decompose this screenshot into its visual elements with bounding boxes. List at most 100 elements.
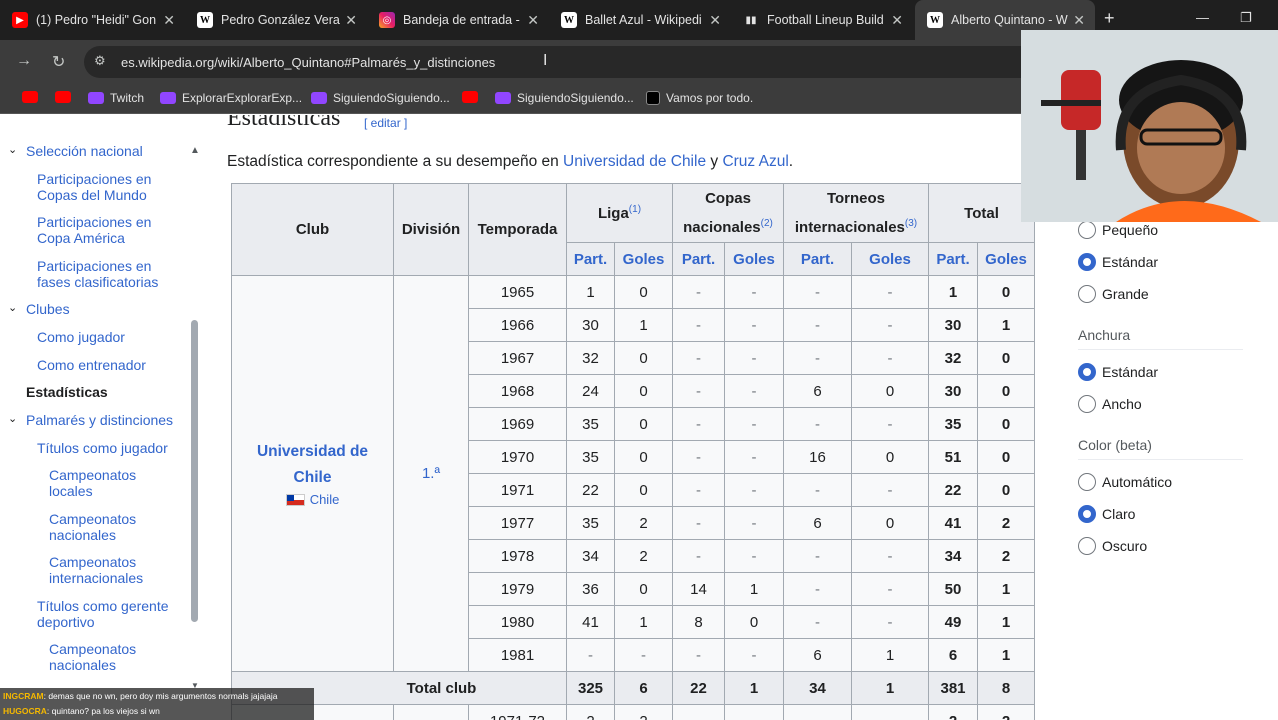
toc-item[interactable]: Como entrenador bbox=[37, 357, 146, 373]
close-icon[interactable]: ✕ bbox=[891, 12, 903, 29]
bookmark-item[interactable] bbox=[462, 91, 484, 103]
toc-item[interactable]: Títulos como jugador bbox=[37, 440, 168, 456]
tab-2[interactable]: W Pedro González Vera ✕ bbox=[185, 0, 367, 40]
restore-icon[interactable]: ❐ bbox=[1240, 10, 1252, 26]
radio-color-dark[interactable]: Oscuro bbox=[1078, 537, 1147, 555]
cell-total-part: 30 bbox=[928, 308, 978, 342]
close-icon[interactable]: ✕ bbox=[527, 12, 539, 29]
address-bar[interactable]: ⚙ es.wikipedia.org/wiki/Alberto_Quintano… bbox=[84, 46, 1044, 78]
bookmark-item[interactable] bbox=[22, 91, 44, 103]
cruz-azul-link[interactable]: Cruz Azul bbox=[722, 153, 788, 170]
new-tab-icon[interactable]: + bbox=[1104, 8, 1115, 29]
chevron-down-icon[interactable]: ⌄ bbox=[8, 412, 17, 425]
toc-item[interactable]: Clubes bbox=[26, 301, 70, 317]
tab-5[interactable]: ▮▮ Football Lineup Build ✕ bbox=[731, 0, 913, 40]
forward-icon[interactable]: → bbox=[16, 52, 32, 70]
bookmark-item[interactable]: Vamos por todo. bbox=[646, 91, 753, 105]
toc-item[interactable]: Participaciones en Copas del Mundo bbox=[37, 171, 187, 203]
toc-item[interactable]: Campeonatos locales bbox=[49, 467, 179, 499]
radio-icon[interactable] bbox=[1078, 395, 1096, 413]
universidad-de-chile-link[interactable]: Universidad de Chile bbox=[563, 153, 706, 170]
radio-width-wide[interactable]: Ancho bbox=[1078, 395, 1142, 413]
edit-label[interactable]: editar bbox=[371, 116, 401, 130]
col-header-season: Temporada bbox=[468, 183, 567, 276]
close-icon[interactable]: ✕ bbox=[163, 12, 175, 29]
radio-selected-icon[interactable] bbox=[1078, 363, 1096, 381]
toc-item[interactable]: Títulos como gerente deportivo bbox=[37, 598, 187, 630]
radio-icon[interactable] bbox=[1078, 285, 1096, 303]
toc-item[interactable]: Participaciones en Copa América bbox=[37, 214, 187, 246]
cell-torneos-goles: 0 bbox=[851, 374, 929, 408]
radio-text-standard[interactable]: Estándar bbox=[1078, 253, 1158, 271]
color-label: Color (beta) bbox=[1078, 437, 1152, 453]
toc-item[interactable]: Campeonatos nacionales bbox=[49, 641, 179, 673]
total-liga-part: 325 bbox=[566, 671, 615, 705]
reference-link[interactable]: (3) bbox=[905, 218, 917, 229]
tab-3[interactable]: ◎ Bandeja de entrada - ✕ bbox=[367, 0, 549, 40]
radio-text-large[interactable]: Grande bbox=[1078, 285, 1149, 303]
reference-link[interactable]: (1) bbox=[629, 204, 641, 215]
cell-copas-goles: - bbox=[724, 407, 784, 441]
radio-color-light[interactable]: Claro bbox=[1078, 505, 1135, 523]
radio-icon[interactable] bbox=[1078, 537, 1096, 555]
total-copas-goles: 1 bbox=[724, 671, 784, 705]
toc-item[interactable]: Selección nacional bbox=[26, 143, 143, 159]
radio-color-auto[interactable]: Automático bbox=[1078, 473, 1172, 491]
table-row: 1971-722222 bbox=[231, 704, 1035, 720]
close-icon[interactable]: ✕ bbox=[345, 12, 357, 29]
streamer-webcam-image bbox=[1021, 30, 1278, 222]
collapse-toc-icon[interactable]: ▲ bbox=[190, 145, 200, 156]
col-header-liga: Liga(1) bbox=[566, 183, 673, 243]
club-cell: Universidad de Chile Chile bbox=[231, 275, 394, 672]
toc-item[interactable]: Campeonatos nacionales bbox=[49, 511, 179, 543]
total-torneos-goles: 1 bbox=[851, 671, 929, 705]
cell-copas-goles: - bbox=[724, 275, 784, 309]
toc-item-current[interactable]: Estadísticas bbox=[26, 384, 108, 400]
cell-torneos-goles: - bbox=[851, 407, 929, 441]
toc-item[interactable]: Campeonatos internacionales bbox=[49, 554, 179, 586]
cell-torneos-part: - bbox=[783, 275, 852, 309]
radio-icon[interactable] bbox=[1078, 473, 1096, 491]
site-info-icon[interactable]: ⚙ bbox=[94, 53, 106, 69]
cell-total-goles: 0 bbox=[977, 374, 1035, 408]
tab-1[interactable]: ▶ (1) Pedro "Heidi" Gon ✕ bbox=[0, 0, 185, 40]
radio-icon[interactable] bbox=[1078, 221, 1096, 239]
bookmark-item[interactable]: Twitch bbox=[88, 91, 144, 105]
chevron-down-icon[interactable]: ⌄ bbox=[8, 143, 17, 156]
header-label: Copas nacionales bbox=[683, 190, 761, 236]
toc-item[interactable]: Participaciones en fases clasificatorias bbox=[37, 258, 187, 290]
radio-width-standard[interactable]: Estándar bbox=[1078, 363, 1158, 381]
minimize-icon[interactable]: — bbox=[1196, 10, 1209, 25]
radio-selected-icon[interactable] bbox=[1078, 253, 1096, 271]
toc-scrollbar[interactable] bbox=[191, 320, 198, 622]
url-text[interactable]: es.wikipedia.org/wiki/Alberto_Quintano#P… bbox=[121, 55, 495, 70]
reference-link[interactable]: (2) bbox=[761, 218, 773, 229]
total-liga-goles: 6 bbox=[614, 671, 673, 705]
youtube-icon bbox=[22, 91, 38, 103]
cell-copas-goles: - bbox=[724, 539, 784, 573]
division-link[interactable]: 1.ª bbox=[422, 465, 440, 482]
table-of-contents: ▲ ⌄ Selección nacional Participaciones e… bbox=[0, 115, 210, 720]
edit-link[interactable]: [ editar ] bbox=[364, 116, 407, 130]
chevron-down-icon[interactable]: ⌄ bbox=[8, 301, 17, 314]
wikipedia-icon: W bbox=[197, 12, 213, 28]
toc-item[interactable]: Como jugador bbox=[37, 329, 125, 345]
cell-liga-part: 1 bbox=[566, 275, 615, 309]
radio-text-small[interactable]: Pequeño bbox=[1078, 221, 1158, 239]
club-link[interactable]: Universidad de Chile bbox=[253, 439, 373, 491]
tab-4[interactable]: W Ballet Azul - Wikipedi ✕ bbox=[549, 0, 731, 40]
cell-copas-goles: - bbox=[724, 473, 784, 507]
close-icon[interactable]: ✕ bbox=[709, 12, 721, 29]
bookmark-item[interactable]: SiguiendoSiguiendo... bbox=[311, 91, 450, 105]
toc-item[interactable]: Palmarés y distinciones bbox=[26, 412, 173, 428]
bookmark-item[interactable]: SiguiendoSiguiendo... bbox=[495, 91, 634, 105]
subheader-part: Part. bbox=[928, 242, 978, 276]
bookmark-item[interactable] bbox=[55, 91, 77, 103]
radio-selected-icon[interactable] bbox=[1078, 505, 1096, 523]
close-icon[interactable]: ✕ bbox=[1073, 12, 1085, 29]
cell-total-part: 49 bbox=[928, 605, 978, 639]
bookmark-item[interactable]: ExplorarExplorarExp... bbox=[160, 91, 302, 105]
reload-icon[interactable]: ↻ bbox=[52, 52, 65, 72]
cell-copas-goles: - bbox=[724, 638, 784, 672]
country-link[interactable]: Chile bbox=[310, 492, 340, 507]
